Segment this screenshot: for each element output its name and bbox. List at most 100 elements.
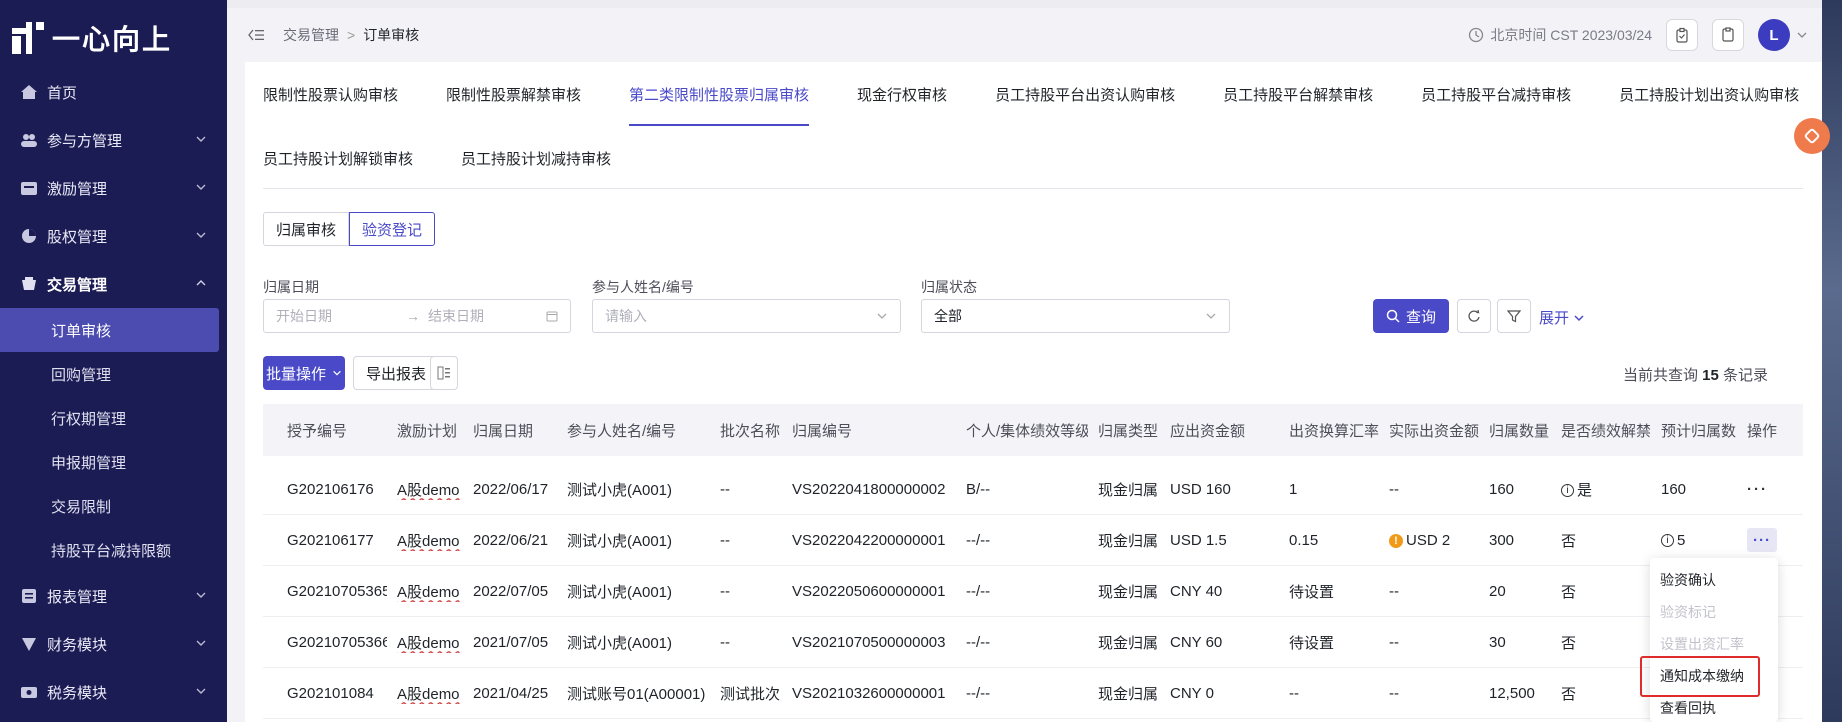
collapse-menu-icon[interactable]: [247, 26, 265, 44]
more-actions-button-active[interactable]: ···: [1747, 528, 1777, 552]
table-cell: 160: [1661, 480, 1687, 498]
column-settings-button[interactable]: [430, 356, 458, 390]
chevron-down-icon: [877, 313, 887, 319]
tab-cash-exercise[interactable]: 现金行权审核: [857, 62, 947, 126]
menu-item-capital-confirm[interactable]: 验资确认: [1650, 564, 1778, 596]
tax-icon: [20, 684, 38, 700]
chevron-down-icon: [196, 592, 206, 598]
table-cell: 现金归属: [1098, 685, 1159, 703]
breadcrumb-current: 订单审核: [363, 27, 420, 43]
sidebar-item-label: 股权管理: [47, 228, 108, 246]
refresh-icon: [1468, 309, 1480, 322]
chevron-down-icon[interactable]: [1796, 29, 1808, 41]
filter-icon: [1507, 310, 1521, 323]
status-select[interactable]: 全部: [921, 299, 1230, 333]
table-cell: 2022/06/17: [473, 480, 549, 498]
server-time: 北京时间 CST 2023/03/24: [1468, 25, 1652, 45]
column-header: 归属类型: [1098, 422, 1159, 440]
sidebar-item-report[interactable]: 报表管理: [0, 572, 227, 620]
table-cell: VS2021032600000001: [792, 684, 946, 702]
table-row: G202106177 A股demo 2022/06/21 测试小虎(A001) …: [263, 515, 1803, 566]
avatar[interactable]: L: [1758, 19, 1790, 51]
top-strip: [227, 0, 1842, 8]
chevron-down-icon: [333, 370, 341, 376]
task-button[interactable]: [1666, 19, 1698, 51]
info-icon[interactable]: i: [1561, 484, 1574, 498]
sidebar-item-label: 参与方管理: [47, 132, 123, 150]
export-report-button[interactable]: 导出报表: [353, 356, 440, 390]
more-actions-button[interactable]: ···: [1747, 481, 1768, 498]
sidebar-subitem-trade-limit[interactable]: 交易限制: [0, 484, 227, 528]
sidebar-item-label: 报表管理: [47, 588, 108, 606]
sidebar-item-label: 首页: [47, 84, 78, 102]
table-cell: --: [1389, 582, 1399, 600]
sidebar-item-tax[interactable]: 税务模块: [0, 668, 227, 716]
table-cell: --: [720, 531, 730, 549]
tab-plan-reduce[interactable]: 员工持股计划减持审核: [461, 126, 611, 190]
segment-vesting-review[interactable]: 归属审核: [263, 212, 350, 246]
table-cell: --: [720, 633, 730, 651]
date-range-input[interactable]: 开始日期 → 结束日期: [263, 299, 571, 333]
sidebar-subitem-declaration-period[interactable]: 申报期管理: [0, 440, 227, 484]
table-cell: A股demo: [397, 685, 460, 703]
sidebar-subitem-order-review[interactable]: 订单审核: [0, 308, 219, 352]
header: 交易管理 > 订单审核 北京时间 CST 2023/03/24 L: [227, 8, 1842, 62]
date-filter-label: 归属日期: [263, 279, 319, 295]
chevron-up-icon: [196, 280, 206, 286]
time-text: 北京时间 CST 2023/03/24: [1490, 27, 1652, 43]
query-button[interactable]: 查询: [1373, 299, 1449, 333]
table-cell: G202101084: [287, 684, 374, 702]
table-cell: G20210705365: [287, 582, 387, 600]
tab-type2-vesting[interactable]: 第二类限制性股票归属审核: [629, 62, 810, 126]
sidebar-subitem-exercise-period[interactable]: 行权期管理: [0, 396, 227, 440]
tab-restricted-unlock[interactable]: 限制性股票解禁审核: [446, 62, 581, 126]
sidebar-item-finance[interactable]: 财务模块: [0, 620, 227, 668]
sidebar-item-label: 激励管理: [47, 180, 108, 198]
clipboard-check-icon: [1676, 27, 1688, 43]
sidebar-item-incentive[interactable]: 激励管理: [0, 164, 227, 212]
chevron-down-icon: [196, 640, 206, 646]
sidebar-subitem-platform-limit[interactable]: 持股平台减持限额: [0, 528, 227, 572]
sidebar-subitem-buyback[interactable]: 回购管理: [0, 352, 227, 396]
info-icon[interactable]: i: [1661, 534, 1674, 548]
expand-link[interactable]: 展开: [1539, 307, 1585, 328]
finance-icon: [20, 636, 38, 652]
breadcrumb-separator: >: [347, 27, 356, 43]
table-cell: --: [720, 480, 730, 498]
table-cell: --: [1289, 684, 1299, 702]
warning-icon[interactable]: !: [1389, 533, 1403, 548]
tab-platform-reduce[interactable]: 员工持股平台减持审核: [1421, 62, 1571, 126]
actual-amount-value: USD 2: [1406, 531, 1451, 549]
chevron-down-icon: [1206, 313, 1216, 319]
tab-plan-subscribe[interactable]: 员工持股计划出资认购审核: [1619, 62, 1799, 126]
chevron-down-icon: [196, 184, 206, 190]
sidebar-item-participants[interactable]: 参与方管理: [0, 116, 227, 164]
breadcrumb-parent[interactable]: 交易管理: [283, 25, 339, 45]
batch-operation-button[interactable]: 批量操作: [263, 356, 345, 390]
column-header: 归属数量: [1489, 422, 1550, 440]
tab-restricted-subscribe[interactable]: 限制性股票认购审核: [263, 62, 398, 126]
tab-platform-subscribe[interactable]: 员工持股平台出资认购审核: [995, 62, 1175, 126]
arrow-right-icon: →: [406, 308, 420, 324]
floating-assistant-button[interactable]: [1794, 118, 1830, 154]
sidebar-item-trade[interactable]: 交易管理: [0, 260, 227, 308]
table-cell: G202106177: [287, 531, 374, 549]
table-cell: A股demo: [397, 634, 460, 652]
table-cell: --: [720, 582, 730, 600]
filter-button[interactable]: [1497, 299, 1531, 333]
participant-select[interactable]: 请输入: [592, 299, 901, 333]
tab-plan-unlock[interactable]: 员工持股计划解锁审核: [263, 126, 413, 190]
sidebar-item-home[interactable]: 首页: [0, 68, 227, 116]
home-icon: [20, 84, 38, 100]
document-button[interactable]: [1712, 19, 1744, 51]
data-table: 授予编号 激励计划 归属日期 参与人姓名/编号 批次名称 归属编号 个人/集体绩…: [263, 404, 1803, 719]
table-cell: 2021/07/05: [473, 633, 549, 651]
reset-button[interactable]: [1457, 299, 1491, 333]
participant-filter-label: 参与人姓名/编号: [592, 279, 694, 295]
segment-capital-registration[interactable]: 验资登记: [349, 212, 436, 246]
table-cell: 否: [1561, 532, 1577, 550]
main-area: 限制性股票认购审核 限制性股票解禁审核 第二类限制性股票归属审核 现金行权审核 …: [227, 62, 1842, 722]
table-cell: CNY 60: [1170, 633, 1223, 651]
sidebar-item-equity[interactable]: 股权管理: [0, 212, 227, 260]
tab-platform-unlock[interactable]: 员工持股平台解禁审核: [1223, 62, 1373, 126]
